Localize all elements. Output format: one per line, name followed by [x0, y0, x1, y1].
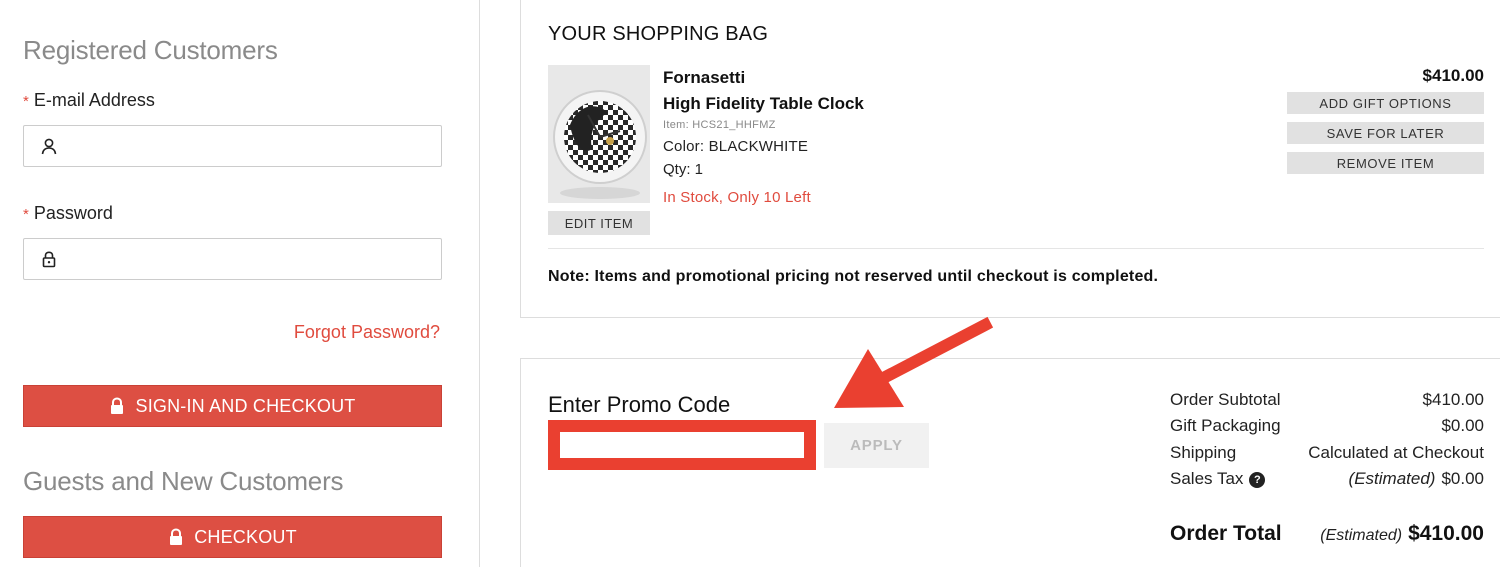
remove-item-button[interactable]: REMOVE ITEM [1287, 152, 1484, 174]
promo-code-title: Enter Promo Code [548, 392, 731, 417]
table-clock-image [548, 65, 650, 203]
subtotal-row: Order Subtotal $410.00 [1170, 390, 1484, 410]
sales-tax-estimated: (Estimated) [1348, 469, 1436, 488]
reservation-note: Note: Items and promotional pricing not … [548, 268, 1159, 285]
order-total-label: Order Total [1170, 522, 1282, 545]
padlock-icon [111, 397, 124, 414]
order-total-value-group: (Estimated) $410.00 [1320, 522, 1484, 546]
save-for-later-button[interactable]: SAVE FOR LATER [1287, 122, 1484, 144]
checkout-label: CHECKOUT [194, 526, 297, 547]
apply-promo-button[interactable]: APPLY [824, 423, 929, 468]
promo-code-input[interactable] [548, 420, 816, 470]
add-gift-options-button[interactable]: ADD GIFT OPTIONS [1287, 92, 1484, 114]
shipping-label: Shipping [1170, 443, 1237, 462]
product-quantity: Qty: 1 [663, 161, 704, 178]
lock-icon [42, 251, 56, 268]
forgot-password-link[interactable]: Forgot Password? [294, 322, 440, 343]
checkout-button[interactable]: CHECKOUT [23, 516, 442, 558]
product-image[interactable] [548, 65, 650, 203]
password-field[interactable] [23, 238, 442, 280]
email-field[interactable] [23, 125, 442, 167]
product-price: $410.00 [1422, 66, 1484, 85]
product-brand[interactable]: Fornasetti [663, 68, 745, 88]
gift-packaging-row: Gift Packaging $0.00 [1170, 416, 1484, 436]
guests-heading: Guests and New Customers [23, 466, 344, 496]
password-label-text: Password [33, 203, 113, 223]
sales-tax-value: $0.00 [1441, 469, 1484, 488]
order-total-estimated: (Estimated) [1320, 527, 1403, 544]
required-marker: * [23, 206, 29, 223]
sales-tax-value-group: (Estimated) $0.00 [1349, 469, 1484, 489]
sales-tax-row: Sales Tax? (Estimated) $0.00 [1170, 469, 1484, 489]
arrow-annotation [834, 316, 994, 408]
product-color: Color: BLACKWHITE [663, 138, 809, 155]
subtotal-value: $410.00 [1422, 390, 1484, 409]
subtotal-label: Order Subtotal [1170, 390, 1281, 409]
email-label-text: E-mail Address [33, 90, 155, 110]
sign-in-checkout-label: SIGN-IN AND CHECKOUT [135, 395, 356, 416]
shipping-row: Shipping Calculated at Checkout [1170, 443, 1484, 463]
sales-tax-label: Sales Tax [1170, 469, 1244, 488]
password-label: * Password [23, 203, 113, 224]
login-panel: Registered Customers * E-mail Address * Pa… [0, 0, 480, 567]
order-total-row: Order Total (Estimated) $410.00 [1170, 522, 1484, 546]
registered-customers-heading: Registered Customers [23, 35, 278, 65]
shopping-bag-title: YOUR SHOPPING BAG [548, 23, 769, 45]
gift-packaging-label: Gift Packaging [1170, 416, 1281, 435]
user-icon [41, 138, 57, 155]
help-icon[interactable]: ? [1249, 472, 1266, 488]
padlock-icon [170, 528, 183, 545]
order-total-value: $410.00 [1408, 522, 1484, 545]
product-name[interactable]: High Fidelity Table Clock [663, 94, 864, 114]
edit-item-button[interactable]: EDIT ITEM [548, 211, 650, 235]
stock-status: In Stock, Only 10 Left [663, 189, 811, 206]
shipping-value: Calculated at Checkout [1308, 443, 1484, 462]
gift-packaging-value: $0.00 [1441, 416, 1484, 435]
required-marker: * [23, 93, 29, 110]
sales-tax-label-group: Sales Tax? [1170, 469, 1266, 489]
item-number: Item: HCS21_HHFMZ [663, 119, 776, 131]
email-label: * E-mail Address [23, 90, 155, 111]
divider [548, 248, 1484, 249]
sign-in-checkout-button[interactable]: SIGN-IN AND CHECKOUT [23, 385, 442, 427]
